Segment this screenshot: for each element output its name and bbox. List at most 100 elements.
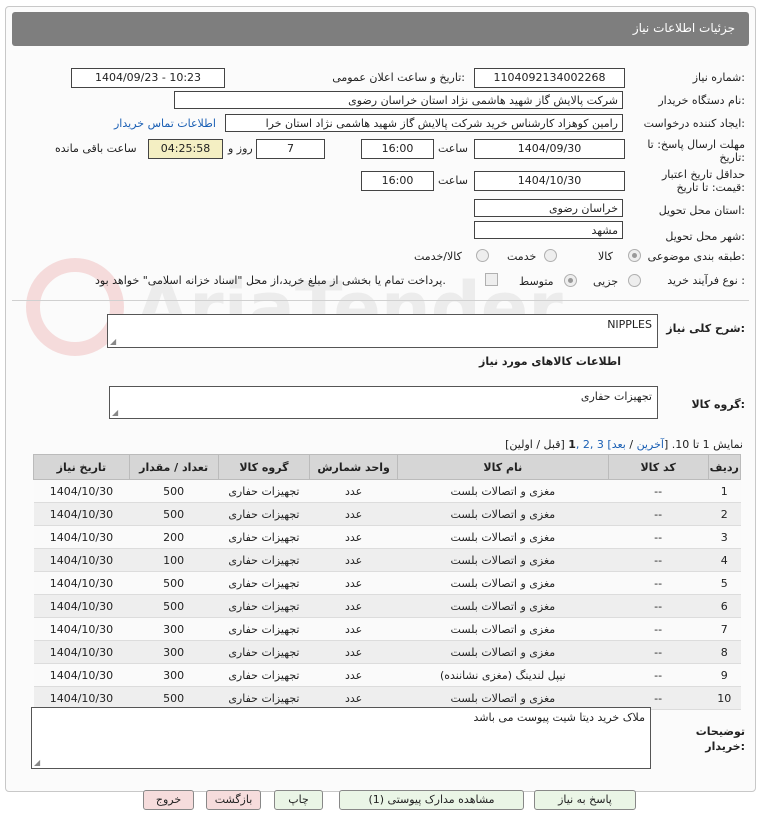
cell-goods-name: مغزی و اتصالات بلست — [397, 502, 609, 526]
cell-goods-group: تجهیزات حفاری — [218, 525, 310, 549]
print-button[interactable]: چاپ — [274, 790, 323, 810]
category-option-goods-service: کالا/خدمت — [414, 250, 462, 263]
table-row: 3 -- مغزی و اتصالات بلست عدد تجهیزات حفاری 20… — [33, 525, 741, 549]
cell-quantity: 100 — [129, 548, 219, 572]
category-radio-goods[interactable] — [628, 249, 641, 262]
cell-quantity: 300 — [129, 617, 219, 641]
city-label: شهر محل تحویل: — [665, 230, 745, 243]
announce-datetime-field: 1404/09/23 - 10:23 — [71, 68, 225, 88]
cell-goods-name: مغزی و اتصالات بلست — [397, 548, 609, 572]
cell-goods-group: تجهیزات حفاری — [218, 617, 310, 641]
cell-unit: عدد — [309, 502, 398, 526]
category-radio-goods-service[interactable] — [476, 249, 489, 262]
buyer-notes-textarea: ملاک خرید دیتا شیت پیوست می باشد ◢ — [31, 707, 651, 769]
cell-goods-code: -- — [608, 640, 709, 664]
pagination-pages-links[interactable]: ] 3 ,2 , — [576, 438, 612, 451]
goods-table: ردیف کد کالا نام کالا واحد شمارش گروه کا… — [33, 454, 742, 710]
resize-grip-icon: ◢ — [34, 758, 41, 767]
cell-goods-name: مغزی و اتصالات بلست — [397, 525, 609, 549]
cell-need-date: 1404/10/30 — [33, 617, 130, 641]
buyer-notes-label-line1: توضیحات — [695, 725, 745, 738]
remaining-time-field: 04:25:58 — [148, 139, 223, 159]
cell-row-number: 5 — [708, 571, 741, 595]
treasury-payment-checkbox[interactable] — [485, 273, 498, 286]
col-header-goods-name: نام کالا — [396, 454, 609, 480]
announce-label: تاریخ و ساعت اعلان عمومی: — [332, 71, 465, 84]
deadline-label-line1: مهلت ارسال پاسخ: تا — [647, 138, 745, 151]
pagination-bar: نمایش 1 تا 10. [آخرین / بعد] 3 ,2 ,1 [قب… — [505, 438, 743, 451]
pagination-suffix: [قبل / اولین] — [505, 438, 569, 451]
description-textarea: NIPPLES ◢ — [107, 314, 658, 348]
cell-goods-code: -- — [608, 525, 709, 549]
table-row: 2 -- مغزی و اتصالات بلست عدد تجهیزات حفاری 50… — [33, 502, 741, 526]
table-row: 9 -- نیپل لندینگ (مغزی نشاننده) عدد تجهیزات … — [33, 663, 741, 687]
col-header-goods-group: گروه کالا — [217, 454, 311, 480]
cell-quantity: 300 — [129, 640, 219, 664]
cell-goods-code: -- — [608, 571, 709, 595]
cell-goods-code: -- — [608, 663, 709, 687]
validity-date-field: 1404/10/30 — [474, 171, 625, 191]
pagination-prefix: نمایش 1 تا 10. [ — [663, 438, 743, 451]
days-remaining-field: 7 — [256, 139, 325, 159]
cell-goods-group: تجهیزات حفاری — [218, 663, 310, 687]
cell-unit: عدد — [309, 640, 398, 664]
pagination-slash: / — [625, 438, 637, 451]
cell-goods-group: تجهیزات حفاری — [218, 502, 310, 526]
resize-grip-icon: ◢ — [112, 408, 119, 417]
requester-field: رامین کوهزاد کارشناس خرید شرکت پالایش گا… — [225, 114, 623, 132]
cell-need-date: 1404/10/30 — [33, 663, 130, 687]
pagination-current-page: 1 — [568, 438, 576, 451]
back-button[interactable]: بازگشت — [206, 790, 261, 810]
cell-goods-name: مغزی و اتصالات بلست — [397, 640, 609, 664]
pagination-last-link[interactable]: آخرین — [637, 438, 664, 451]
cell-row-number: 10 — [708, 686, 741, 710]
buyer-notes-value: ملاک خرید دیتا شیت پیوست می باشد — [473, 711, 646, 724]
process-radio-medium[interactable] — [564, 274, 577, 287]
need-number-field: 1104092134002268 — [474, 68, 625, 88]
cell-row-number: 2 — [708, 502, 741, 526]
category-radio-service[interactable] — [544, 249, 557, 262]
page-header: جزئیات اطلاعات نیاز — [12, 12, 749, 46]
page-title: جزئیات اطلاعات نیاز — [632, 21, 735, 35]
validity-label-line2: قیمت: تا تاریخ: — [676, 181, 745, 194]
cell-unit: عدد — [309, 617, 398, 641]
deadline-date-field: 1404/09/30 — [474, 139, 625, 159]
cell-goods-group: تجهیزات حفاری — [218, 640, 310, 664]
table-row: 4 -- مغزی و اتصالات بلست عدد تجهیزات حفاری 10… — [33, 548, 741, 572]
cell-unit: عدد — [309, 548, 398, 572]
cell-quantity: 500 — [129, 479, 219, 503]
cell-goods-name: مغزی و اتصالات بلست — [397, 479, 609, 503]
table-row: 5 -- مغزی و اتصالات بلست عدد تجهیزات حفاری 50… — [33, 571, 741, 595]
days-label: روز و — [228, 142, 253, 155]
col-header-unit: واحد شمارش — [309, 454, 398, 480]
cell-row-number: 8 — [708, 640, 741, 664]
reply-to-need-button[interactable]: پاسخ به نیاز — [534, 790, 636, 810]
validity-time-field: 16:00 — [361, 171, 434, 191]
cell-quantity: 500 — [129, 594, 219, 618]
treasury-payment-note: پرداخت تمام یا بخشی از مبلغ خرید،از محل … — [95, 274, 446, 287]
cell-unit: عدد — [309, 479, 398, 503]
description-label: شرح کلی نیاز: — [666, 322, 745, 335]
pagination-next-link[interactable]: بعد — [612, 438, 626, 451]
table-row: 7 -- مغزی و اتصالات بلست عدد تجهیزات حفاری 30… — [33, 617, 741, 641]
process-radio-minor[interactable] — [628, 274, 641, 287]
province-label: استان محل تحویل: — [658, 204, 745, 217]
section-divider — [12, 300, 749, 301]
cell-need-date: 1404/10/30 — [33, 525, 130, 549]
cell-need-date: 1404/10/30 — [33, 640, 130, 664]
cell-goods-code: -- — [608, 594, 709, 618]
table-row: 1 -- مغزی و اتصالات بلست عدد تجهیزات حفاری 50… — [33, 479, 741, 503]
buyer-contact-link[interactable]: اطلاعات تماس خریدار — [114, 117, 216, 130]
table-header-row: ردیف کد کالا نام کالا واحد شمارش گروه کا… — [33, 454, 742, 480]
category-option-service: خدمت — [507, 250, 537, 263]
view-attachments-button[interactable]: مشاهده مدارک پیوستی (1) — [339, 790, 524, 810]
cell-quantity: 300 — [129, 663, 219, 687]
cell-goods-code: -- — [608, 502, 709, 526]
cell-row-number: 9 — [708, 663, 741, 687]
exit-button[interactable]: خروج — [143, 790, 194, 810]
col-header-need-date: تاریخ نیاز — [33, 454, 130, 480]
category-option-goods: کالا — [598, 250, 613, 263]
cell-need-date: 1404/10/30 — [33, 502, 130, 526]
goods-group-label: گروه کالا: — [691, 398, 745, 411]
city-field: مشهد — [474, 221, 623, 239]
